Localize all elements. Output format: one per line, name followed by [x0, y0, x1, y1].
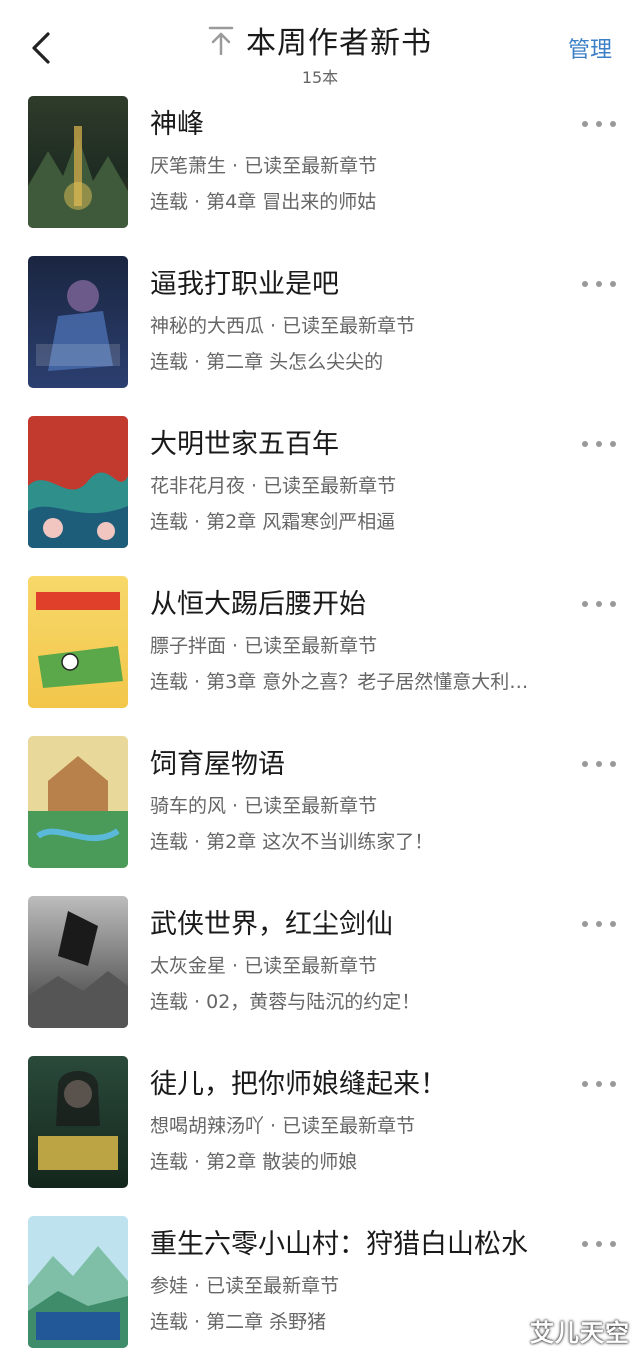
- book-title: 武侠世界，红尘剑仙: [150, 909, 393, 940]
- book-author-status: 厌笔萧生 · 已读至最新章节: [150, 155, 378, 177]
- book-author-status: 神秘的大西瓜 · 已读至最新章节: [150, 315, 416, 337]
- book-title: 徒儿，把你师娘缝起来！: [150, 1069, 447, 1100]
- book-latest-chapter: 连载 · 第4章 冒出来的师姑: [150, 191, 377, 213]
- book-author-status: 骑车的风 · 已读至最新章节: [150, 795, 378, 817]
- book-latest-chapter: 连载 · 第3章 意外之喜？老子居然懂意大利…: [150, 671, 529, 693]
- book-title: 从恒大踢后腰开始: [150, 589, 366, 620]
- page-title: 本周作者新书: [246, 26, 432, 61]
- book-item[interactable]: 逼我打职业是吧 神秘的大西瓜 · 已读至最新章节 连载 · 第二章 头怎么尖尖的: [0, 256, 640, 416]
- more-dots-icon[interactable]: [582, 598, 616, 610]
- book-latest-chapter: 连载 · 第2章 散装的师娘: [150, 1151, 358, 1173]
- book-title: 大明世家五百年: [150, 429, 339, 460]
- title-block: 本周作者新书 15本: [0, 18, 640, 88]
- book-count: 15本: [301, 68, 339, 87]
- book-item[interactable]: 大明世家五百年 花非花月夜 · 已读至最新章节 连载 · 第2章 风霜寒剑严相逼: [0, 416, 640, 576]
- book-author-status: 参娃 · 已读至最新章节: [150, 1275, 340, 1297]
- pin-top-icon[interactable]: [208, 25, 234, 55]
- book-latest-chapter: 连载 · 02，黄蓉与陆沉的约定！: [150, 991, 421, 1013]
- book-cover[interactable]: [28, 736, 128, 868]
- book-cover[interactable]: [28, 256, 128, 388]
- more-dots-icon[interactable]: [582, 1078, 616, 1090]
- book-item[interactable]: 从恒大踢后腰开始 膘子拌面 · 已读至最新章节 连载 · 第3章 意外之喜？老子…: [0, 576, 640, 736]
- book-author-status: 想喝胡辣汤吖 · 已读至最新章节: [150, 1115, 416, 1137]
- book-latest-chapter: 连载 · 第二章 头怎么尖尖的: [150, 351, 384, 373]
- book-item[interactable]: 饲育屋物语 骑车的风 · 已读至最新章节 连载 · 第2章 这次不当训练家了！: [0, 736, 640, 896]
- book-title: 神峰: [150, 109, 204, 140]
- book-latest-chapter: 连载 · 第2章 这次不当训练家了！: [150, 831, 434, 853]
- more-dots-icon[interactable]: [582, 278, 616, 290]
- book-latest-chapter: 连载 · 第2章 风霜寒剑严相逼: [150, 511, 396, 533]
- book-cover[interactable]: [28, 416, 128, 548]
- watermark: 艾儿天空: [530, 1319, 630, 1347]
- book-item[interactable]: 神峰 厌笔萧生 · 已读至最新章节 连载 · 第4章 冒出来的师姑: [0, 96, 640, 256]
- book-item[interactable]: 徒儿，把你师娘缝起来！ 想喝胡辣汤吖 · 已读至最新章节 连载 · 第2章 散装…: [0, 1056, 640, 1216]
- book-title: 重生六零小山村：狩猎白山松水: [150, 1229, 528, 1260]
- book-cover[interactable]: [28, 576, 128, 708]
- top-bar: 本周作者新书 15本 管理: [0, 0, 640, 90]
- book-title: 饲育屋物语: [150, 749, 285, 780]
- book-author-status: 太灰金星 · 已读至最新章节: [150, 955, 378, 977]
- book-author-status: 花非花月夜 · 已读至最新章节: [150, 475, 397, 497]
- book-list: 神峰 厌笔萧生 · 已读至最新章节 连载 · 第4章 冒出来的师姑 逼我打职业是…: [0, 96, 640, 1362]
- more-dots-icon[interactable]: [582, 118, 616, 130]
- book-cover[interactable]: [28, 1216, 128, 1348]
- book-author-status: 膘子拌面 · 已读至最新章节: [150, 635, 378, 657]
- more-dots-icon[interactable]: [582, 918, 616, 930]
- more-dots-icon[interactable]: [582, 438, 616, 450]
- more-dots-icon[interactable]: [582, 1238, 616, 1250]
- book-cover[interactable]: [28, 1056, 128, 1188]
- more-dots-icon[interactable]: [582, 758, 616, 770]
- book-cover[interactable]: [28, 896, 128, 1028]
- book-title: 逼我打职业是吧: [150, 269, 339, 300]
- book-item[interactable]: 武侠世界，红尘剑仙 太灰金星 · 已读至最新章节 连载 · 02，黄蓉与陆沉的约…: [0, 896, 640, 1056]
- manage-button[interactable]: 管理: [568, 32, 612, 64]
- book-cover[interactable]: [28, 96, 128, 228]
